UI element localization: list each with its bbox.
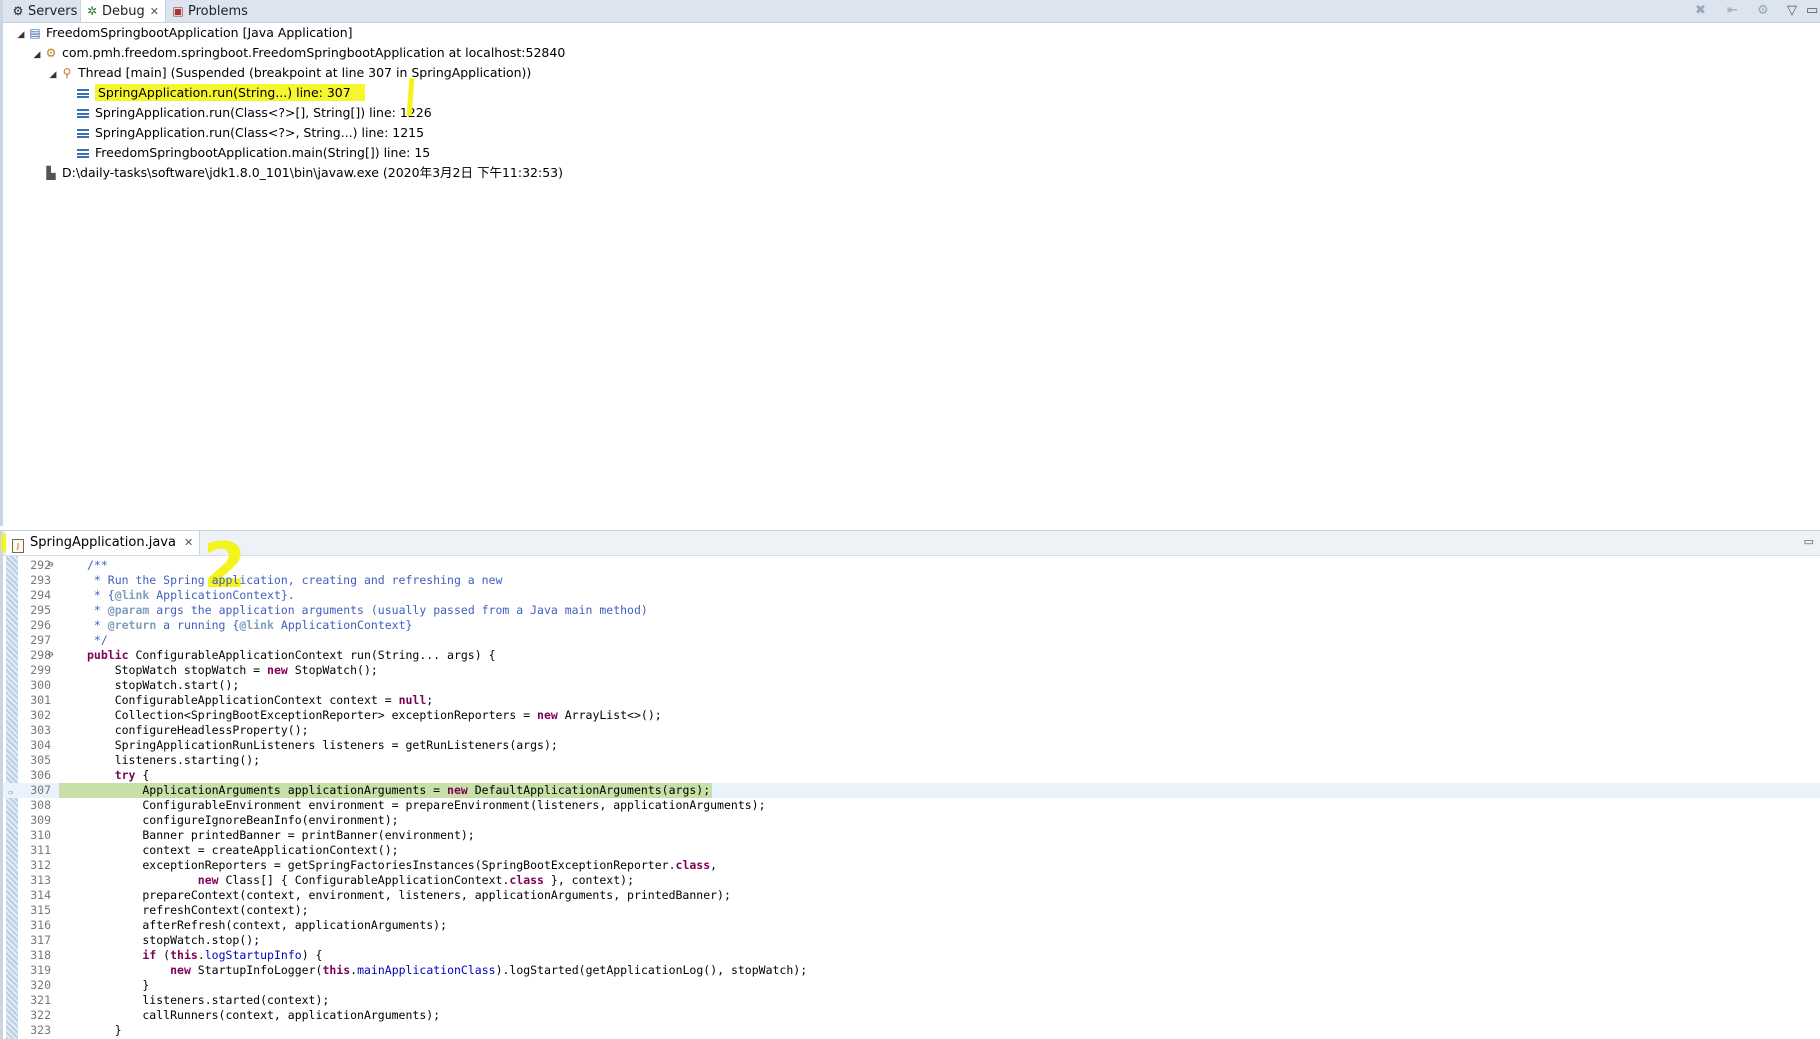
code-line: 303 configureHeadlessProperty(); — [30, 723, 309, 737]
code-line: 312 exceptionReporters = getSpringFactor… — [30, 858, 718, 872]
remove-terminated-icon[interactable]: ✖ — [1695, 0, 1706, 22]
expand-icon[interactable]: ◢ — [47, 65, 59, 85]
process-icon: ▙ — [46, 166, 56, 180]
code-line: 318 if (this.logStartupInfo) { — [30, 948, 323, 962]
code-line: 301 ConfigurableApplicationContext conte… — [30, 693, 434, 707]
stack-frame-label-selected: SpringApplication.run(String...) line: 3… — [95, 84, 365, 101]
tree-item-process[interactable]: ▙ D:\daily-tasks\software\jdk1.8.0_101\bi… — [43, 163, 563, 183]
chevron-down-icon[interactable]: ▽ — [1787, 0, 1797, 22]
code-line: 299 StopWatch stopWatch = new StopWatch(… — [30, 663, 378, 677]
tree-item-thread[interactable]: ◢ ⚲ Thread [main] (Suspended (breakpoint a… — [47, 63, 532, 85]
view-menu-icon[interactable]: ⚙ — [1757, 0, 1769, 22]
code-area[interactable]: 292 ⊖/** 293 * Run the Spring application… — [3, 558, 1820, 1038]
stack-frame[interactable]: SpringApplication.run(Class<?>[], String… — [75, 103, 432, 123]
code-line: 308 ConfigurableEnvironment environment … — [30, 798, 766, 812]
vm-icon: ⚙ — [45, 46, 57, 60]
stack-frame[interactable]: FreedomSpringbootApplication.main(String… — [75, 143, 430, 163]
stack-frame[interactable]: SpringApplication.run(String...) line: 3… — [75, 83, 365, 103]
code-line: 310 Banner printedBanner = printBanner(e… — [30, 828, 475, 842]
code-line: 298 ⊖ public ConfigurableApplicationContex… — [30, 648, 496, 662]
code-line: 302 Collection<SpringBootExceptionReport… — [30, 708, 662, 722]
code-line: 319 new StartupInfoLogger(this.mainAppli… — [30, 963, 808, 977]
code-line: 305 listeners.starting(); — [30, 753, 261, 767]
code-line: 304 SpringApplicationRunListeners listen… — [30, 738, 558, 752]
tab-servers[interactable]: ⚙ Servers — [7, 0, 83, 22]
code-line: 296 * @return a running {@link Applicati… — [30, 618, 413, 632]
debug-view: ⚙ Servers ✲ Debug ✕ ▣ Problems ✖ ⇤ ⚙ ▽ ▭ ◢ ▤ F… — [0, 0, 1820, 526]
code-line: 306 try { — [30, 768, 150, 782]
code-line: 316 afterRefresh(context, applicationArg… — [30, 918, 448, 932]
code-line: 323 } — [30, 1023, 122, 1037]
thread-suspended-icon: ⚲ — [62, 66, 72, 80]
debug-icon: ✲ — [86, 4, 98, 18]
editor-tab-bar: J SpringApplication.java ✕ ▭ — [1, 530, 1820, 556]
minimize-icon[interactable]: ▭ — [1806, 0, 1818, 22]
tree-item-vm[interactable]: ◢ ⚙ com.pmh.freedom.springboot.FreedomSpri… — [31, 43, 566, 65]
java-file-icon: J — [12, 539, 24, 553]
stack-frame-icon — [77, 129, 89, 138]
code-line: 309 configureIgnoreBeanInfo(environment)… — [30, 813, 399, 827]
code-line: 315 refreshContext(context); — [30, 903, 309, 917]
expand-icon[interactable]: ◢ — [31, 45, 43, 65]
expand-icon[interactable]: ◢ — [15, 25, 27, 45]
close-icon[interactable]: ✕ — [184, 536, 193, 549]
code-line: 321 listeners.started(context); — [30, 993, 330, 1007]
collapse-icon[interactable]: ⇤ — [1727, 0, 1738, 22]
code-line: 292 ⊖/** — [30, 558, 108, 572]
code-line: 311 context = createApplicationContext()… — [30, 843, 399, 857]
stack-frame[interactable]: SpringApplication.run(Class<?>, String..… — [75, 123, 424, 143]
servers-icon: ⚙ — [12, 4, 24, 18]
code-line: 295 * @param args the application argume… — [30, 603, 648, 617]
application-icon: ▤ — [29, 26, 41, 40]
tab-spring-application-java[interactable]: J SpringApplication.java ✕ — [6, 531, 201, 555]
problems-icon: ▣ — [172, 4, 184, 18]
minimize-icon[interactable]: ▭ — [1804, 535, 1814, 548]
close-icon[interactable]: ✕ — [150, 5, 159, 18]
code-line: 322 callRunners(context, applicationArgu… — [30, 1008, 441, 1022]
view-tab-bar: ⚙ Servers ✲ Debug ✕ ▣ Problems ✖ ⇤ ⚙ ▽ ▭ — [3, 0, 1820, 23]
code-editor: J SpringApplication.java ✕ ▭ 2 292 ⊖/** 293… — [0, 530, 1820, 1039]
tab-problems[interactable]: ▣ Problems — [167, 0, 254, 22]
code-line: 317 stopWatch.stop(); — [30, 933, 261, 947]
code-line: 314 prepareContext(context, environment,… — [30, 888, 731, 902]
code-line: 294 * {@link ApplicationContext}. — [30, 588, 295, 602]
code-line: 297 */ — [30, 633, 108, 647]
tree-item-app[interactable]: ◢ ▤ FreedomSpringbootApplication [Java App… — [15, 23, 353, 43]
code-line: 313 new Class[] { ConfigurableApplicatio… — [30, 873, 634, 887]
tab-debug[interactable]: ✲ Debug ✕ — [80, 0, 166, 22]
stack-frame-icon — [77, 109, 89, 118]
stack-frame-icon — [77, 89, 89, 98]
code-line: 300 stopWatch.start(); — [30, 678, 240, 692]
stack-frame-icon — [77, 149, 89, 158]
code-line: 293 * Run the Spring application, creati… — [30, 573, 503, 587]
code-line: 320 } — [30, 978, 150, 992]
code-line-current: ⇨ 307 ApplicationArguments applicationArg… — [3, 783, 1820, 798]
